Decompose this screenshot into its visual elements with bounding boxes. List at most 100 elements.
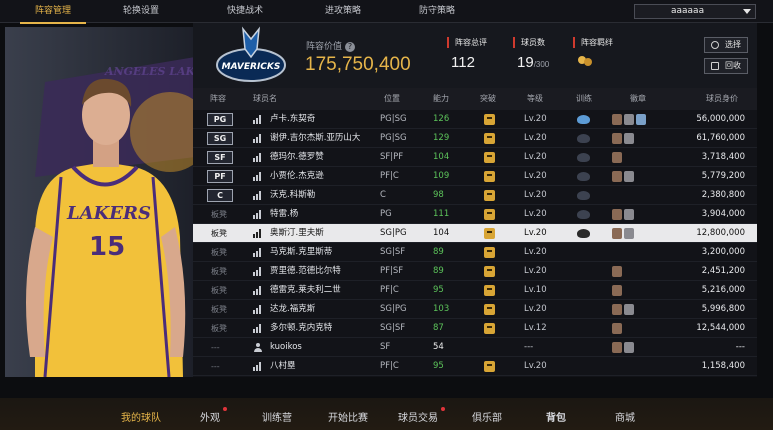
breakthrough-crown-icon[interactable] [484,152,495,163]
table-row[interactable]: 板凳 特雷.杨 PG 111 Lv.20 3,904,000 [193,205,757,224]
tab-lineup-management[interactable]: 阵容管理 [20,0,86,24]
nav-shop[interactable]: 商城 [615,409,635,424]
stats-bars-icon[interactable] [253,191,262,200]
breakthrough-crown-icon[interactable] [484,266,495,277]
breakthrough-crown-icon[interactable] [484,304,495,315]
player-position: PF|C [380,285,399,295]
nav-club[interactable]: 俱乐部 [472,409,502,424]
table-row[interactable]: SF 德玛尔.德罗赞 SF|PF 104 Lv.20 3,718,400 [193,148,757,167]
table-row[interactable]: --- kuoikos SF 54 --- --- [193,338,757,357]
badge-chip-icon[interactable] [624,171,634,182]
breakthrough-crown-icon[interactable] [484,247,495,258]
stats-bars-icon[interactable] [253,134,262,143]
badge-chip-icon[interactable] [624,304,634,315]
badge-chip-icon[interactable] [624,114,634,125]
table-row[interactable]: C 沃克.科斯勒 C 98 Lv.20 2,380,800 [193,186,757,205]
badge-chip-icon[interactable] [624,209,634,220]
badge-chip-icon[interactable] [612,133,622,144]
table-row[interactable]: 板凳 马克斯.克里斯蒂 SG|SF 89 Lv.20 3,200,000 [193,243,757,262]
bonds-stat[interactable]: 阵容羁绊 [573,37,613,72]
table-row[interactable]: PF 小贾伦.杰克逊 PF|C 109 Lv.20 5,779,200 [193,167,757,186]
col-breakthrough[interactable]: 突破 [480,88,496,110]
stats-bars-icon[interactable] [253,210,262,219]
player-count-label: 球员数 [513,37,549,48]
stats-bars-icon[interactable] [253,305,262,314]
badge-chip-icon[interactable] [624,228,634,239]
table-row[interactable]: PG 卢卡.东契奇 PG|SG 126 Lv.20 56,000,000 [193,110,757,129]
col-position[interactable]: 位置 [384,88,400,110]
recycle-button[interactable]: 回收 [704,58,748,74]
tab-defense-strategy[interactable]: 防守策略 [407,0,467,23]
training-icon[interactable] [577,210,590,219]
nav-my-team[interactable]: 我的球队 [121,409,161,424]
stats-bars-icon[interactable] [253,153,262,162]
col-level[interactable]: 等级 [527,88,543,110]
badge-chip-icon[interactable] [612,152,622,163]
nav-start-game[interactable]: 开始比赛 [328,409,368,424]
breakthrough-crown-icon[interactable] [484,228,495,239]
table-row[interactable]: SG 谢伊.吉尔杰斯.亚历山大 PG|SG 129 Lv.20 61,760,000 [193,129,757,148]
breakthrough-crown-icon[interactable] [484,361,495,372]
player-name: 谢伊.吉尔杰斯.亚历山大 [270,133,361,143]
col-training[interactable]: 训练 [576,88,592,110]
tab-quick-tactics[interactable]: 快捷战术 [215,0,275,23]
training-icon[interactable] [577,153,590,162]
bonds-icon[interactable] [573,54,613,72]
col-name[interactable]: 球员名 [253,88,277,110]
stats-bars-icon[interactable] [253,324,262,333]
col-rating[interactable]: 能力 [433,88,449,110]
stats-bars-icon[interactable] [253,248,262,257]
stats-bars-icon[interactable] [253,362,262,371]
table-row[interactable]: --- 八村塁 PF|C 95 Lv.20 1,158,400 [193,357,757,376]
select-button[interactable]: 选择 [704,37,748,53]
breakthrough-crown-icon[interactable] [484,114,495,125]
badge-chip-icon[interactable] [624,342,634,353]
tab-offense-strategy[interactable]: 进攻策略 [313,0,373,23]
badge-chip-icon[interactable] [612,209,622,220]
badge-chip-icon[interactable] [612,266,622,277]
badge-chip-icon[interactable] [612,342,622,353]
nav-training-camp[interactable]: 训练营 [262,409,292,424]
badge-chip-icon[interactable] [612,114,622,125]
badge-chip-icon[interactable] [612,171,622,182]
training-icon[interactable] [577,172,590,181]
stats-bars-icon[interactable] [253,286,262,295]
table-row[interactable]: 板凳 德雷克.莱夫利二世 PF|C 95 Lv.10 5,216,000 [193,281,757,300]
badge-chip-icon[interactable] [612,323,622,334]
nav-player-trade[interactable]: 球员交易 [398,407,445,424]
user-select[interactable]: aaaaaa [634,4,756,19]
badge-chip-icon[interactable] [612,228,622,239]
col-badges[interactable]: 徽章 [630,88,646,110]
training-icon[interactable] [577,134,590,143]
nav-backpack[interactable]: 背包 [546,409,566,424]
breakthrough-crown-icon[interactable] [484,171,495,182]
col-salary[interactable]: 球员身价 [706,88,738,110]
tab-rotation-settings[interactable]: 轮换设置 [111,0,171,23]
player-rating: 126 [433,114,450,124]
badge-chip-icon[interactable] [636,114,646,125]
nav-appearance[interactable]: 外观 [200,407,227,424]
breakthrough-crown-icon[interactable] [484,190,495,201]
help-icon[interactable]: ? [345,42,356,52]
training-icon[interactable] [577,229,590,238]
player-rating: 129 [433,133,450,143]
table-row[interactable]: 板凳 多尔顿.克内克特 SG|SF 87 Lv.12 12,544,000 [193,319,757,338]
breakthrough-crown-icon[interactable] [484,323,495,334]
training-icon[interactable] [577,115,590,124]
badge-chip-icon[interactable] [612,304,622,315]
training-icon[interactable] [577,191,590,200]
player-level: Lv.20 [524,152,547,162]
breakthrough-crown-icon[interactable] [484,285,495,296]
badge-chip-icon[interactable] [612,285,622,296]
stats-bars-icon[interactable] [253,115,262,124]
badge-chip-icon[interactable] [624,133,634,144]
table-row[interactable]: 板凳 贾里德.范德比尔特 PF|SF 89 Lv.20 2,451,200 [193,262,757,281]
table-row[interactable]: 板凳 达龙.福克斯 SG|PG 103 Lv.20 5,996,800 [193,300,757,319]
stats-bars-icon[interactable] [253,267,262,276]
breakthrough-crown-icon[interactable] [484,209,495,220]
stats-bars-icon[interactable] [253,229,262,238]
breakthrough-crown-icon[interactable] [484,133,495,144]
table-row[interactable]: 板凳 奥斯汀.里夫斯 SG|PG 104 Lv.20 12,800,000 [193,224,757,243]
stats-bars-icon[interactable] [253,172,262,181]
col-lineup[interactable]: 阵容 [210,88,226,110]
